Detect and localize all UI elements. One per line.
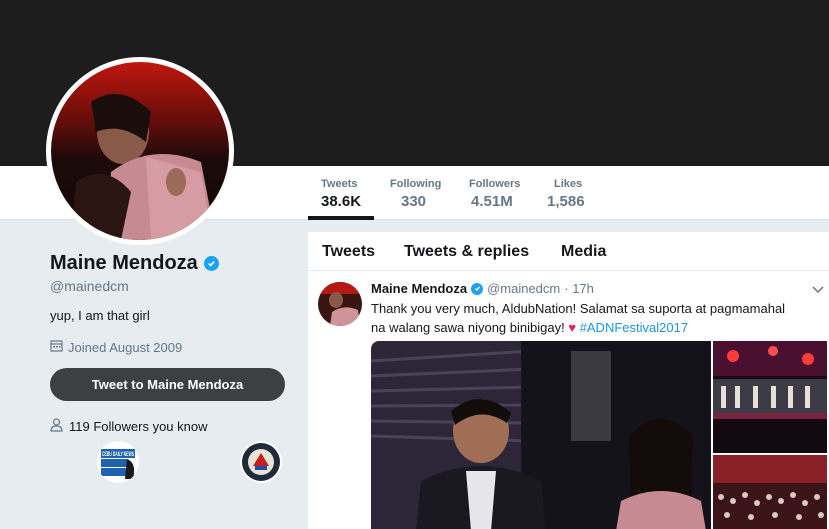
timeline: Tweets Tweets & replies Media Maine Mend… — [308, 232, 829, 529]
stat-likes-label: Likes — [554, 178, 583, 190]
follower-avatar[interactable] — [240, 441, 282, 483]
follower-avatar[interactable]: CEBU DAILY NEWS — [97, 441, 139, 483]
timeline-tabs: Tweets Tweets & replies Media — [308, 232, 829, 271]
stat-likes-value: 1,586 — [547, 193, 585, 210]
followers-you-know-label: 119 Followers you know — [69, 419, 208, 434]
verified-badge-icon — [471, 282, 484, 295]
tweet-text-body: Thank you very much, AldubNation! Salama… — [371, 301, 786, 335]
tweet-media — [371, 341, 827, 529]
followers-you-know-avatars: CEBU DAILY NEWS — [50, 441, 290, 491]
tweet-photo-main[interactable] — [371, 341, 711, 529]
chevron-down-icon[interactable] — [811, 282, 825, 296]
stat-tweets-value: 38.6K — [321, 193, 362, 210]
cebu-daily-news-logo-text: CEBU DAILY NEWS — [102, 452, 134, 458]
profile-name[interactable]: Maine Mendoza — [50, 252, 198, 275]
tweet-author-name[interactable]: Maine Mendoza — [371, 281, 467, 296]
stat-followers[interactable]: Followers 4.51M — [469, 166, 529, 220]
tweet-timestamp[interactable]: · 17h — [564, 281, 594, 296]
tweet-author-handle[interactable]: @mainedcm — [487, 281, 560, 296]
calendar-icon — [50, 339, 63, 355]
tab-tweets-replies[interactable]: Tweets & replies — [404, 243, 529, 261]
tweet-photo-concert[interactable] — [713, 341, 827, 453]
tweet-item[interactable]: Maine Mendoza @mainedcm · 17h Thank you … — [308, 272, 829, 529]
user-icon — [50, 418, 63, 435]
tweet-header: Maine Mendoza @mainedcm · 17h — [371, 281, 594, 296]
verified-badge-icon — [203, 256, 219, 271]
stat-tweets[interactable]: Tweets 38.6K — [308, 166, 374, 220]
tab-tweets[interactable]: Tweets — [322, 243, 375, 261]
stat-followers-label: Followers — [469, 178, 521, 190]
profile-card: Maine Mendoza @mainedcm yup, I am that g… — [50, 252, 290, 491]
profile-joined: Joined August 2009 — [50, 339, 290, 355]
stat-tweets-label: Tweets — [321, 178, 358, 190]
profile-name-row: Maine Mendoza — [50, 252, 290, 275]
profile-handle[interactable]: @mainedcm — [50, 278, 290, 294]
followers-you-know[interactable]: 119 Followers you know — [50, 418, 290, 435]
tweet-avatar[interactable] — [318, 282, 362, 326]
stat-following-label: Following — [390, 178, 442, 190]
tweet-to-button[interactable]: Tweet to Maine Mendoza — [50, 368, 285, 401]
avatar-image — [51, 62, 229, 240]
stat-followers-value: 4.51M — [471, 193, 513, 210]
stat-likes[interactable]: Likes 1,586 — [547, 166, 597, 220]
tab-media[interactable]: Media — [561, 243, 606, 261]
stat-following-value: 330 — [401, 193, 427, 210]
tweet-photo-crowd[interactable] — [713, 455, 827, 529]
profile-avatar[interactable] — [46, 57, 234, 245]
tweet-hashtag[interactable]: #ADNFestival2017 — [580, 320, 688, 335]
stat-following[interactable]: Following 330 — [390, 166, 450, 220]
joined-text: Joined August 2009 — [68, 339, 183, 355]
tweet-text: Thank you very much, AldubNation! Salama… — [371, 299, 801, 337]
heart-icon: ♥ — [568, 320, 577, 335]
profile-bio: yup, I am that girl — [50, 308, 150, 323]
